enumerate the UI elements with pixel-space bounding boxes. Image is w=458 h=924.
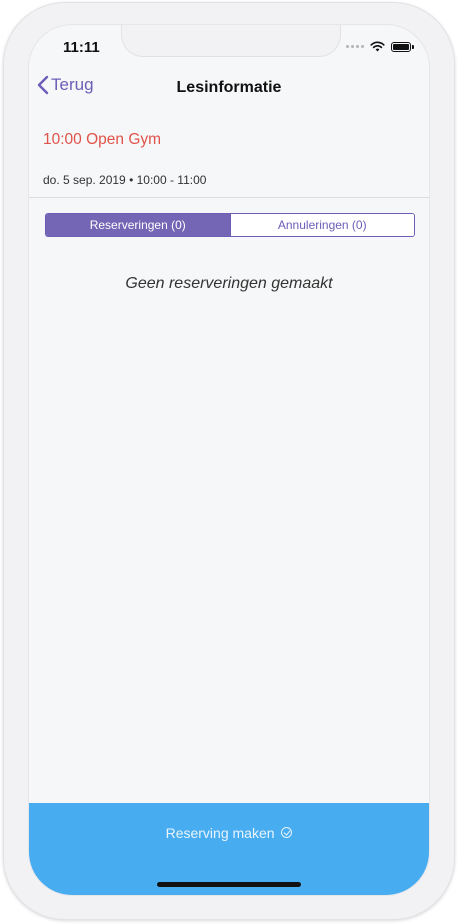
empty-state-message: Geen reserveringen gemaakt — [125, 275, 333, 292]
notch — [121, 25, 341, 57]
check-circle-icon — [281, 827, 293, 838]
app-screen: 11:11 Terug Lesinformatie 10:00 Open Gym… — [28, 24, 430, 896]
status-icons — [346, 41, 414, 52]
bottom-action-bar: Reserving maken — [29, 803, 429, 895]
make-reservation-label: Reserving maken — [165, 825, 275, 841]
phone-device: 11:11 Terug Lesinformatie 10:00 Open Gym… — [0, 0, 458, 924]
tab-control: Reserveringen (0) Annuleringen (0) — [45, 213, 415, 237]
divider — [29, 197, 429, 198]
battery-icon — [391, 41, 414, 52]
wifi-icon — [370, 41, 385, 52]
signal-dots-icon — [346, 45, 364, 48]
navigation-bar: Terug Lesinformatie — [29, 71, 429, 105]
page-title: Lesinformatie — [176, 79, 282, 96]
status-time: 11:11 — [63, 39, 100, 56]
event-title: 10:00 Open Gym — [43, 131, 162, 148]
event-date: do. 5 sep. 2019 • 10:00 - 11:00 — [43, 173, 207, 187]
make-reservation-button[interactable]: Reserving maken — [29, 825, 429, 841]
tab-annuleringen[interactable]: Annuleringen (0) — [229, 214, 414, 236]
tab-reserveringen[interactable]: Reserveringen (0) — [46, 214, 230, 236]
home-indicator — [157, 882, 301, 887]
